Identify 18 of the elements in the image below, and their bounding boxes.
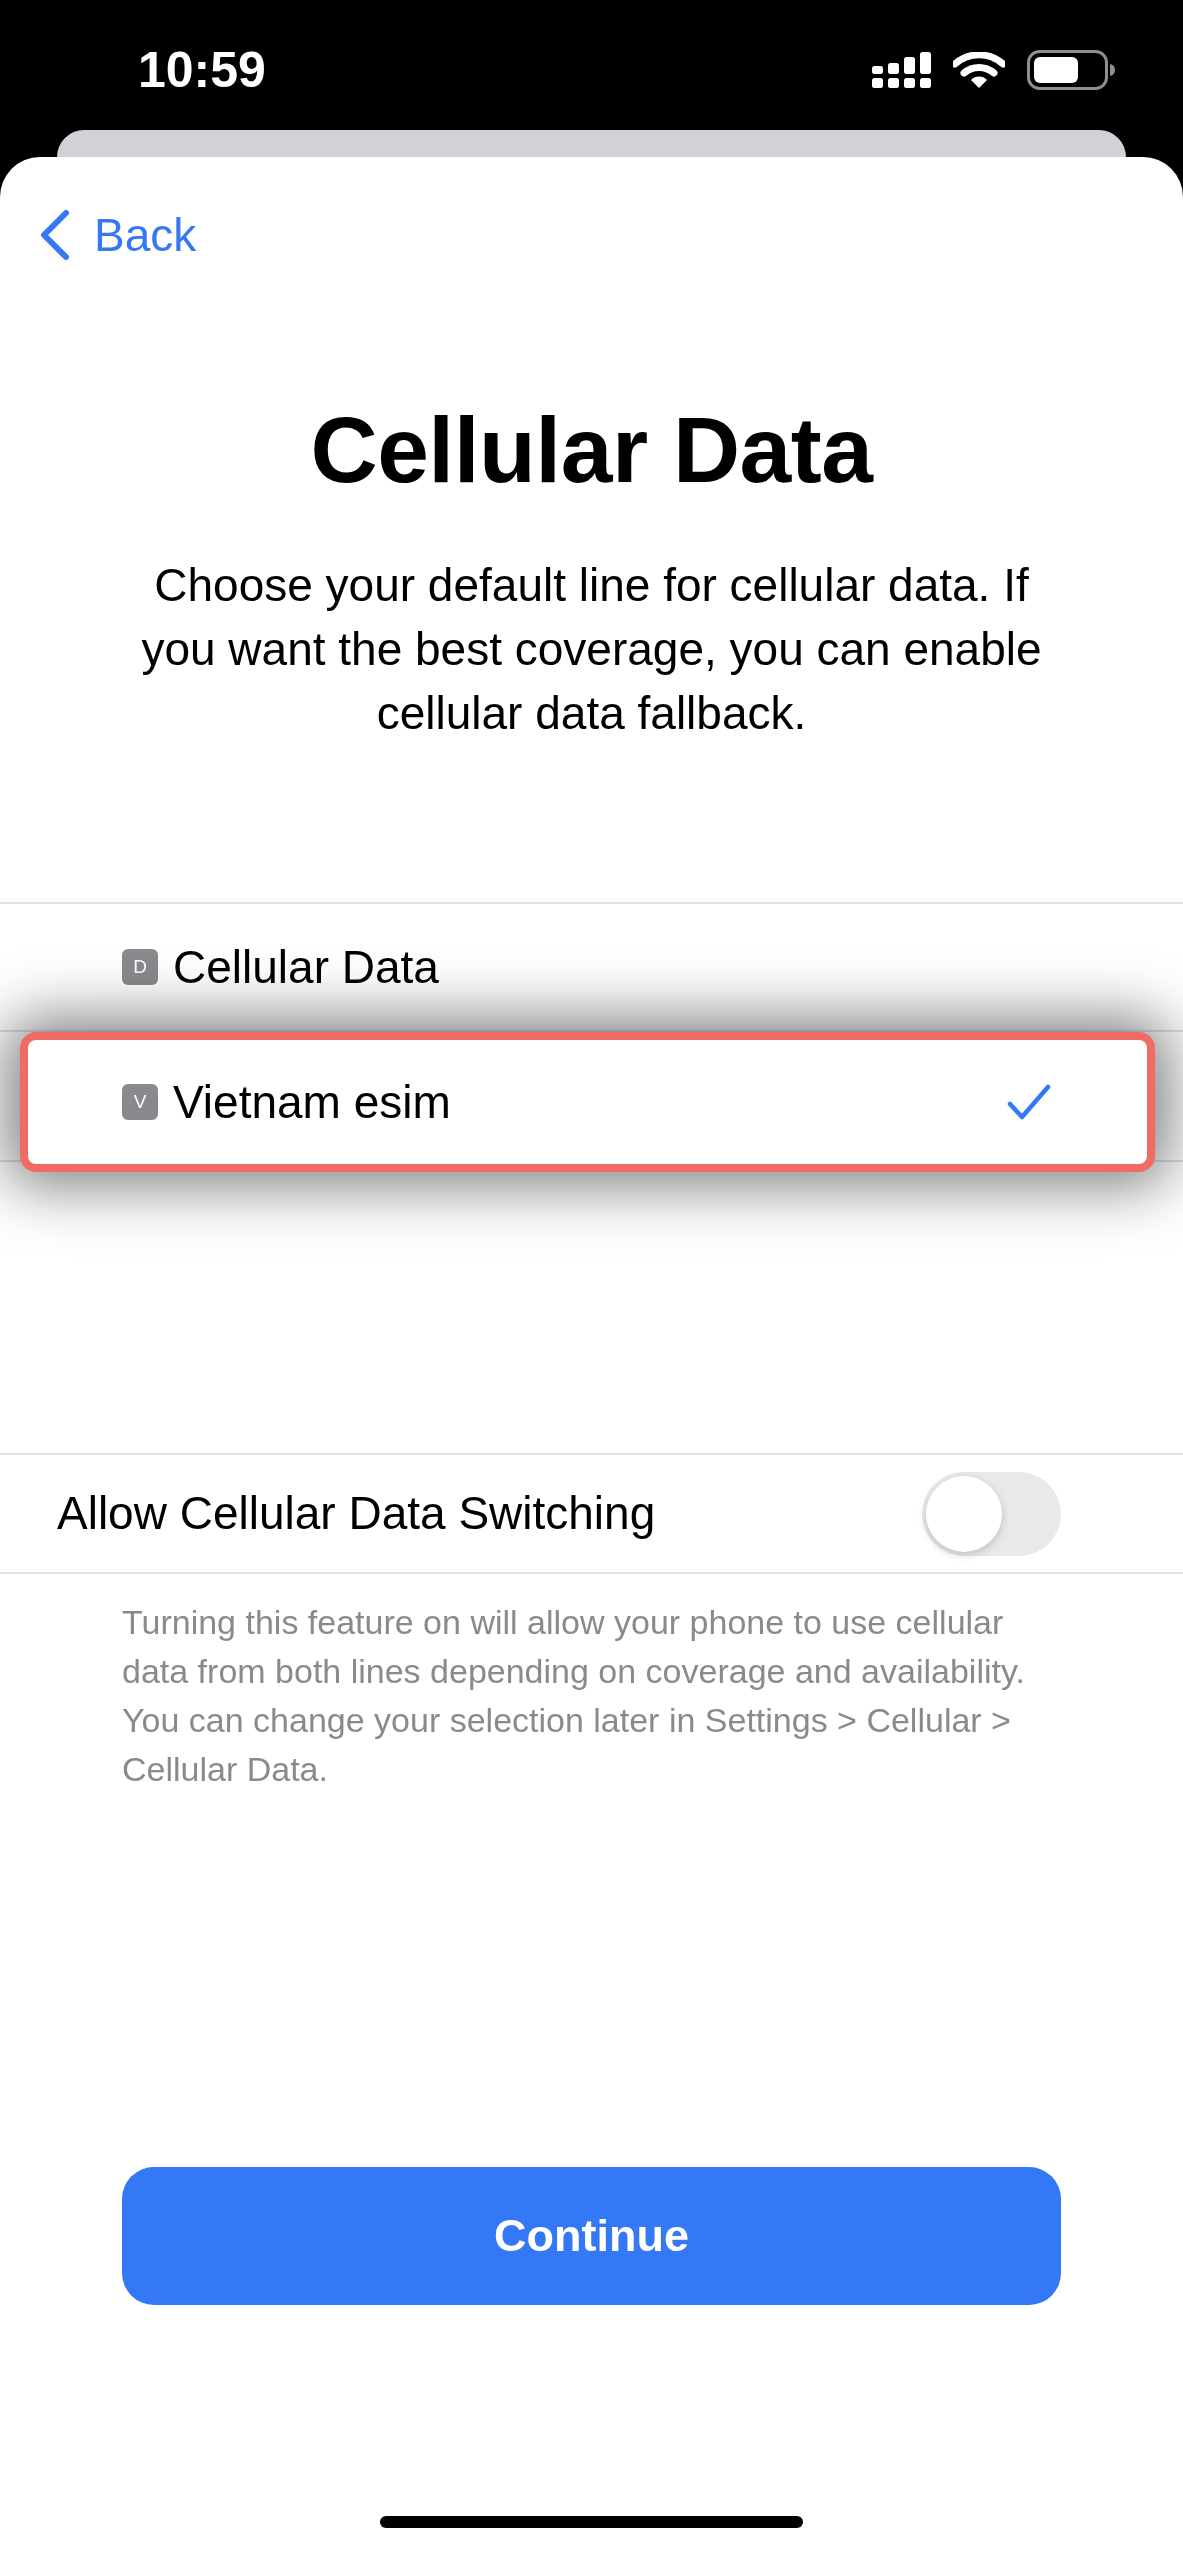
line-label: Cellular Data — [173, 939, 439, 995]
continue-button[interactable]: Continue — [122, 2167, 1061, 2305]
line-badge: V — [122, 1084, 158, 1120]
battery-icon — [1027, 50, 1115, 90]
clock-time: 10:59 — [138, 45, 266, 95]
description-text: Choose your default line for cellular data. If you want the best coverage, you can enable cellular data fallback. — [140, 558, 1043, 741]
back-button[interactable]: Back — [30, 205, 205, 265]
checkmark-icon — [1007, 1084, 1051, 1120]
signal-icon — [872, 52, 931, 88]
line-badge: D — [122, 949, 158, 985]
switch-label: Allow Cellular Data Switching — [57, 1486, 656, 1541]
wifi-icon — [953, 51, 1005, 89]
page-title: Cellular Data — [309, 397, 875, 504]
line-option[interactable]: D Cellular Data — [20, 904, 1155, 1030]
chevron-left-icon — [38, 209, 72, 261]
footnote-text: Turning this feature on will allow your phone to use cellular data from both lines depending on coverage and availability. You can change your selection later in Settings > Cellular > Cellular Data. — [121, 1602, 1026, 1790]
line-option[interactable]: V Vietnam esim — [20, 1032, 1155, 1172]
line-label: Vietnam esim — [173, 1074, 451, 1130]
